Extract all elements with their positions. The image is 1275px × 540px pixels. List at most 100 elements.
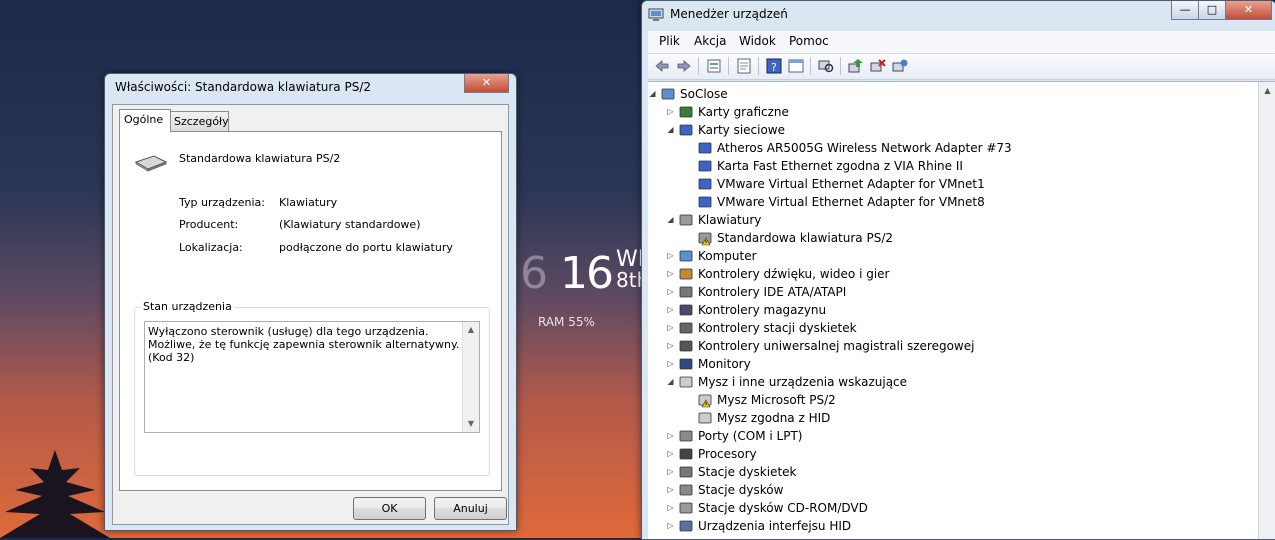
tree-category[interactable]: ◢ Mysz i inne urządzenia wskazujące xyxy=(666,373,1186,391)
network-adapter-icon xyxy=(698,196,712,208)
tree-category[interactable]: ◢ Klawiatury xyxy=(666,211,1186,229)
tree-category[interactable]: ▷ Urządzenia interfejsu HID xyxy=(666,517,1186,535)
device-type-value: Klawiatury xyxy=(279,196,338,209)
collapse-icon[interactable]: ◢ xyxy=(648,89,657,98)
device-status-textbox[interactable]: Wyłączono sterownik (usługę) dla tego ur… xyxy=(144,321,480,433)
tree-category[interactable]: ▷ Stacje dysków xyxy=(666,481,1186,499)
tree-item-label: Kontrolery dźwięku, wideo i gier xyxy=(698,267,890,281)
tree-device[interactable]: Mysz zgodna z HID xyxy=(685,409,1205,427)
expand-icon[interactable]: ▷ xyxy=(666,431,675,440)
update-driver-icon[interactable] xyxy=(848,58,864,74)
tree-category[interactable]: ▷ Kontrolery stacji dyskietek xyxy=(666,319,1186,337)
tree-category[interactable]: ▷ Kontrolery dźwięku, wideo i gier xyxy=(666,265,1186,283)
tree-device[interactable]: Mysz Microsoft PS/2 xyxy=(685,391,1205,409)
expand-icon[interactable]: ▷ xyxy=(666,269,675,278)
collapse-icon[interactable]: ◢ xyxy=(666,377,675,386)
expand-icon[interactable]: ▷ xyxy=(666,503,675,512)
expand-icon[interactable]: ▷ xyxy=(666,449,675,458)
expand-icon[interactable]: ▷ xyxy=(666,485,675,494)
collapse-icon[interactable]: ◢ xyxy=(666,215,675,224)
clock-faint-digit: 6 xyxy=(520,248,548,299)
tree-device[interactable]: VMware Virtual Ethernet Adapter for VMne… xyxy=(685,175,1205,193)
minimize-button[interactable]: — xyxy=(1171,1,1199,20)
tree-device[interactable]: VMware Virtual Ethernet Adapter for VMne… xyxy=(685,193,1205,211)
expand-icon[interactable]: ▷ xyxy=(666,323,675,332)
expand-icon[interactable]: ▷ xyxy=(666,467,675,476)
uninstall-icon[interactable] xyxy=(870,58,886,74)
tree-device[interactable]: Standardowa klawiatura PS/2 xyxy=(685,229,1205,247)
expand-icon[interactable]: ▷ xyxy=(666,251,675,260)
expand-icon[interactable]: ▷ xyxy=(666,305,675,314)
device-status-group: Stan urządzenia Wyłączono sterownik (usł… xyxy=(134,300,490,476)
properties-view-icon[interactable] xyxy=(706,58,722,74)
expand-icon[interactable]: ▷ xyxy=(666,107,675,116)
scan-hardware-icon[interactable] xyxy=(818,58,834,74)
toolbar-separator xyxy=(840,57,841,75)
tree-category[interactable]: ▷ Stacje dyskietek xyxy=(666,463,1186,481)
tree-device[interactable]: Karta Fast Ethernet zgodna z VIA Rhine I… xyxy=(685,157,1205,175)
ram-usage: RAM 55% xyxy=(538,315,595,329)
tree-item-label: VMware Virtual Ethernet Adapter for VMne… xyxy=(717,195,985,209)
tree-device[interactable]: Atheros AR5005G Wireless Network Adapter… xyxy=(685,139,1205,157)
expand-icon[interactable]: ▷ xyxy=(666,287,675,296)
tree-category[interactable]: ▷ Kontrolery uniwersalnej magistrali szer… xyxy=(666,337,1186,355)
status-scrollbar[interactable]: ▲ ▼ xyxy=(462,322,479,432)
tree-item-label: Mysz i inne urządzenia wskazujące xyxy=(698,375,908,389)
tree-category[interactable]: ▷ Procesory xyxy=(666,445,1186,463)
cancel-button[interactable]: Anuluj xyxy=(434,497,507,520)
tree-item-label: Kontrolery uniwersalnej magistrali szere… xyxy=(698,339,975,353)
forward-icon[interactable] xyxy=(676,58,692,74)
tree-category[interactable]: ▷ Karty graficzne xyxy=(666,103,1186,121)
collapse-icon[interactable]: ◢ xyxy=(666,125,675,134)
toolbar-separator xyxy=(810,57,811,75)
display-adapter-icon xyxy=(679,106,693,118)
devmgr-close-button[interactable]: ✕ xyxy=(1225,1,1272,20)
tab-details[interactable]: Szczegóły xyxy=(169,111,229,131)
menu-action[interactable]: Akcja xyxy=(694,34,726,48)
enable-device-icon[interactable] xyxy=(892,58,908,74)
menu-file[interactable]: Plik xyxy=(659,34,680,48)
tree-category[interactable]: ◢ Karty sieciowe xyxy=(666,121,1186,139)
computer-icon xyxy=(661,88,675,100)
properties-icon[interactable] xyxy=(736,58,752,74)
ok-button[interactable]: OK xyxy=(353,497,426,520)
tree-root[interactable]: ◢ SoClose xyxy=(648,85,1168,103)
back-icon[interactable] xyxy=(654,58,670,74)
dialog-title: Właściwości: Standardowa klawiatura PS/2 xyxy=(115,80,372,94)
tree-category[interactable]: ▷ Kontrolery magazynu xyxy=(666,301,1186,319)
processor-icon xyxy=(679,448,693,460)
device-tree: ▲ ◢ SoClose ▷ Karty graficzne ◢ Karty sieciow… xyxy=(648,81,1275,539)
expand-icon[interactable]: ▷ xyxy=(666,521,675,530)
devmgr-titlebar[interactable]: Menedżer urządzeń — □ ✕ xyxy=(642,1,1275,29)
monitor-icon xyxy=(679,358,693,370)
network-adapter-icon xyxy=(679,124,693,136)
close-button[interactable]: ✕ xyxy=(464,74,509,93)
menu-help[interactable]: Pomoc xyxy=(789,34,829,48)
location-label: Lokalizacja: xyxy=(179,241,243,254)
devmgr-title: Menedżer urządzeń xyxy=(670,7,788,21)
tab-general[interactable]: Ogólne xyxy=(119,109,171,132)
tree-item-label: Porty (COM i LPT) xyxy=(698,429,803,443)
tree-scrollbar[interactable]: ▲ xyxy=(1258,82,1275,539)
expand-icon[interactable]: ▷ xyxy=(666,359,675,368)
scroll-up-icon[interactable]: ▲ xyxy=(1259,82,1275,99)
tree-category[interactable]: ▷ Monitory xyxy=(666,355,1186,373)
help-icon[interactable]: ? xyxy=(766,58,782,74)
tree-category[interactable]: ▷ Porty (COM i LPT) xyxy=(666,427,1186,445)
menu-view[interactable]: Widok xyxy=(739,34,776,48)
toolbar-separator xyxy=(728,57,729,75)
manufacturer-value: (Klawiatury standardowe) xyxy=(279,218,421,231)
mouse-warning-icon xyxy=(698,394,712,408)
expand-icon[interactable]: ▷ xyxy=(666,341,675,350)
view-list-icon[interactable] xyxy=(788,58,804,74)
tree-category[interactable]: ▷ Komputer xyxy=(666,247,1186,265)
dialog-titlebar[interactable]: Właściwości: Standardowa klawiatura PS/2… xyxy=(105,74,516,102)
close-icon: ✕ xyxy=(481,76,492,89)
tree-category[interactable]: ▷ Kontrolery IDE ATA/ATAPI xyxy=(666,283,1186,301)
scroll-up-icon[interactable]: ▲ xyxy=(463,322,479,338)
maximize-button[interactable]: □ xyxy=(1198,1,1226,20)
manufacturer-label: Producent: xyxy=(179,218,239,231)
tree-category[interactable]: ▷ Stacje dysków CD-ROM/DVD xyxy=(666,499,1186,517)
network-adapter-icon xyxy=(698,142,712,154)
scroll-down-icon[interactable]: ▼ xyxy=(463,416,479,432)
